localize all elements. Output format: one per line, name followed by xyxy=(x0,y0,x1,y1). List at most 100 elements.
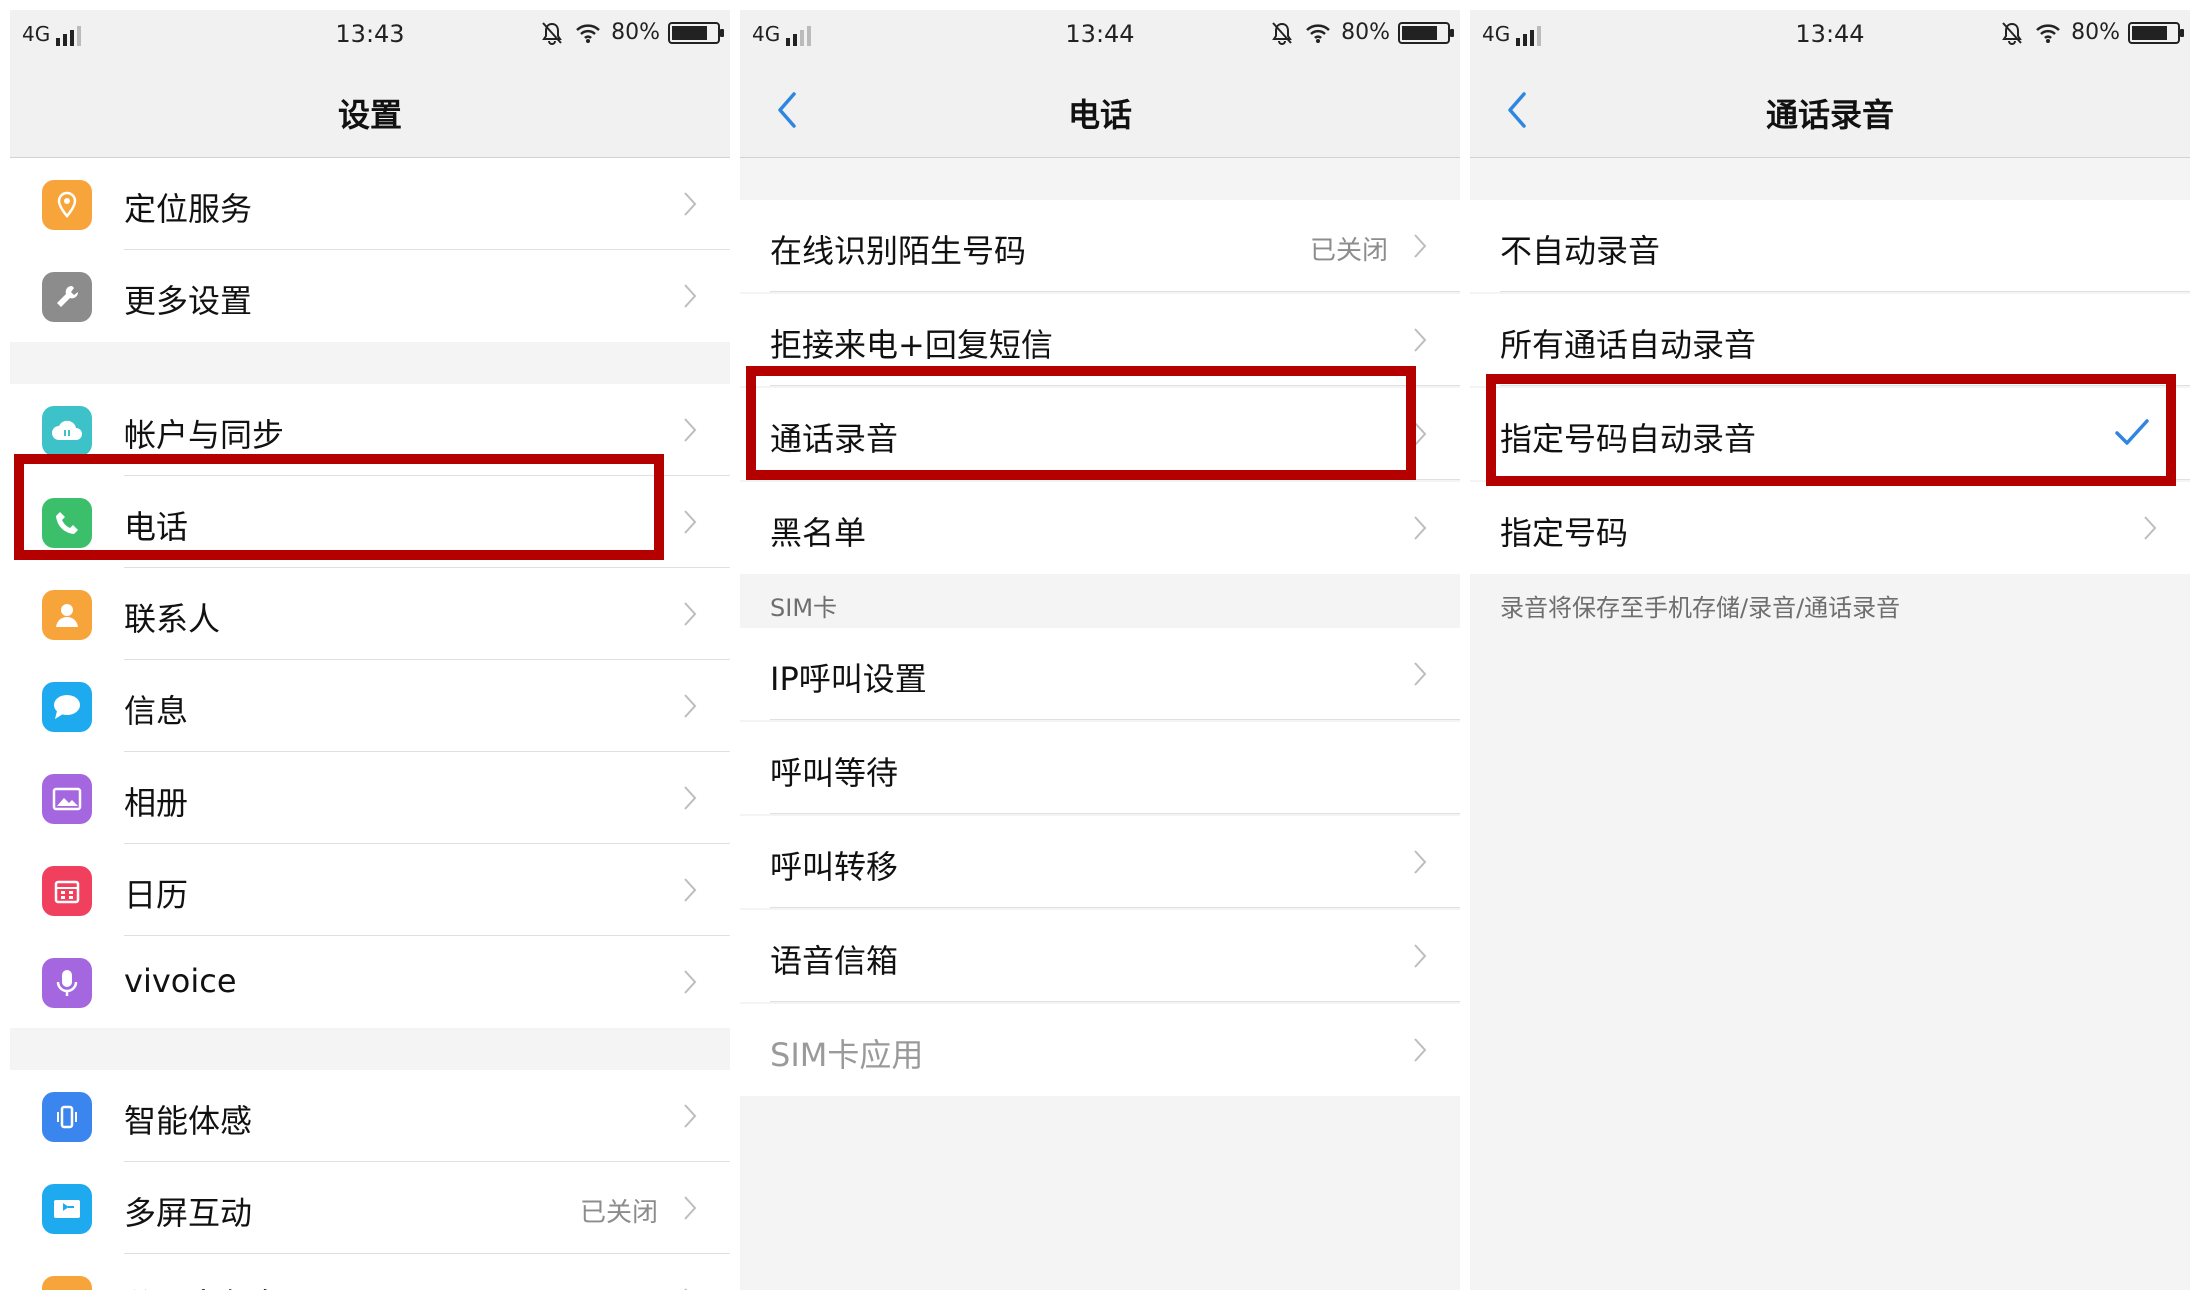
settings-item-label: 日历 xyxy=(124,876,189,914)
highlight-box-call-recording xyxy=(746,366,1416,480)
call-recording-screen: 4G 13:44 80% 通话录音 不自动录音 所有通话自动录音 指定号码自动录… xyxy=(1470,10,2190,1290)
wifi-icon xyxy=(2036,23,2060,43)
phone-item-voicemail[interactable]: 语音信箱 xyxy=(740,910,1460,1002)
chevron-right-icon xyxy=(684,192,697,216)
chevron-right-icon xyxy=(684,602,697,626)
settings-item-label: 分屏多任务 xyxy=(124,1280,284,1290)
chevron-right-icon xyxy=(1414,662,1427,686)
phone-item-label: 语音信箱 xyxy=(770,942,899,980)
chevron-right-icon xyxy=(684,1288,688,1290)
title-bar: 电话 xyxy=(740,60,1460,158)
settings-item-vivoice[interactable]: vivoice xyxy=(10,936,730,1028)
gallery-icon xyxy=(42,774,92,824)
battery-percent: 80% xyxy=(1341,20,1390,45)
phone-settings-screen: 4G 13:44 80% 电话 在线识别陌生号码 已关闭 拒接来电+回复短信 通… xyxy=(740,10,1460,1290)
highlight-box-phone xyxy=(14,454,664,560)
stranger-id-status: 已关闭 xyxy=(1309,236,1388,266)
location-pin-icon xyxy=(42,180,92,230)
phone-item-blacklist[interactable]: 黑名单 xyxy=(740,482,1460,574)
message-bubble-icon xyxy=(42,682,92,732)
settings-item-multi-screen[interactable]: 多屏互动 已关闭 xyxy=(10,1162,730,1254)
chevron-right-icon xyxy=(684,1104,697,1128)
phone-item-label: 在线识别陌生号码 xyxy=(770,232,1027,270)
page-title: 设置 xyxy=(337,96,402,134)
chevron-right-icon xyxy=(1414,328,1427,352)
settings-screen: 4G 13:43 80% 设置 定位服务 更多设置 帐户与同步 电话 联系人 信… xyxy=(10,10,730,1290)
split-screen-icon xyxy=(42,1276,92,1290)
phone-item-label: SIM卡应用 xyxy=(770,1036,924,1074)
recording-option-all[interactable]: 所有通话自动录音 xyxy=(1470,294,2190,386)
calendar-icon xyxy=(42,866,92,916)
settings-item-location[interactable]: 定位服务 xyxy=(10,158,730,250)
phone-item-label: 拒接来电+回复短信 xyxy=(770,326,1053,364)
chevron-right-icon xyxy=(1414,1038,1427,1062)
chevron-right-icon xyxy=(684,284,697,308)
title-bar: 通话录音 xyxy=(1470,60,2190,158)
phone-item-stranger-id[interactable]: 在线识别陌生号码 已关闭 xyxy=(740,200,1460,292)
status-bar: 4G 13:44 80% xyxy=(740,10,1460,60)
settings-item-messages[interactable]: 信息 xyxy=(10,660,730,752)
recording-path-note: 录音将保存至手机存储/录音/通话录音 xyxy=(1500,594,1901,622)
multi-screen-icon xyxy=(42,1184,92,1234)
settings-item-contacts[interactable]: 联系人 xyxy=(10,568,730,660)
settings-item-smart-motion[interactable]: 智能体感 xyxy=(10,1070,730,1162)
phone-item-label: IP呼叫设置 xyxy=(770,660,927,698)
chevron-right-icon xyxy=(684,694,697,718)
silent-bell-icon xyxy=(542,21,562,45)
silent-bell-icon xyxy=(2002,21,2022,45)
microphone-icon xyxy=(42,958,92,1008)
phone-item-ip-call[interactable]: IP呼叫设置 xyxy=(740,628,1460,720)
battery-icon xyxy=(2128,21,2184,44)
wifi-icon xyxy=(1306,23,1330,43)
settings-item-label: vivoice xyxy=(124,962,237,1000)
battery-icon xyxy=(1398,21,1454,44)
recording-option-label: 不自动录音 xyxy=(1500,232,1661,270)
settings-item-split-screen[interactable]: 分屏多任务 xyxy=(10,1254,730,1290)
phone-item-label: 黑名单 xyxy=(770,514,867,552)
title-bar: 设置 xyxy=(10,60,730,158)
settings-item-label: 更多设置 xyxy=(124,282,253,320)
chevron-right-icon xyxy=(1414,944,1427,968)
specified-numbers-item[interactable]: 指定号码 xyxy=(1470,482,2190,574)
page-title: 电话 xyxy=(1067,96,1132,134)
chevron-right-icon xyxy=(1414,516,1427,540)
settings-item-label: 帐户与同步 xyxy=(124,416,285,454)
settings-item-gallery[interactable]: 相册 xyxy=(10,752,730,844)
recording-option-label: 所有通话自动录音 xyxy=(1500,326,1757,364)
settings-item-label: 信息 xyxy=(124,692,189,730)
settings-item-label: 相册 xyxy=(124,784,189,822)
page-title: 通话录音 xyxy=(1765,96,1894,134)
phone-item-label: 呼叫等待 xyxy=(770,754,899,792)
phone-item-label: 呼叫转移 xyxy=(770,848,899,886)
phone-item-call-forwarding[interactable]: 呼叫转移 xyxy=(740,816,1460,908)
settings-item-more[interactable]: 更多设置 xyxy=(10,250,730,342)
recording-option-label: 指定号码 xyxy=(1500,514,1629,552)
chevron-right-icon xyxy=(2144,516,2157,540)
battery-percent: 80% xyxy=(611,20,660,45)
chevron-right-icon xyxy=(684,1196,697,1220)
battery-icon xyxy=(668,21,724,44)
settings-item-label: 联系人 xyxy=(124,600,221,638)
settings-item-label: 多屏互动 xyxy=(124,1194,253,1232)
status-bar: 4G 13:43 80% xyxy=(10,10,730,60)
battery-percent: 80% xyxy=(2071,20,2120,45)
status-bar: 4G 13:44 80% xyxy=(1470,10,2190,60)
chevron-right-icon xyxy=(684,970,697,994)
phone-item-call-waiting[interactable]: 呼叫等待 xyxy=(740,722,1460,814)
section-header-sim: SIM卡 xyxy=(770,594,838,622)
chevron-right-icon xyxy=(684,510,697,534)
wrench-icon xyxy=(42,272,92,322)
chevron-right-icon xyxy=(1414,850,1427,874)
highlight-box-specified-recording xyxy=(1486,374,2176,486)
smart-motion-icon xyxy=(42,1092,92,1142)
multi-screen-status: 已关闭 xyxy=(579,1198,658,1228)
recording-option-off[interactable]: 不自动录音 xyxy=(1470,200,2190,292)
settings-item-calendar[interactable]: 日历 xyxy=(10,844,730,936)
settings-item-label: 定位服务 xyxy=(124,190,253,228)
silent-bell-icon xyxy=(1272,21,1292,45)
cloud-sync-icon xyxy=(42,406,92,456)
phone-item-sim-apps[interactable]: SIM卡应用 xyxy=(740,1004,1460,1096)
chevron-right-icon xyxy=(1414,234,1427,258)
settings-item-label: 智能体感 xyxy=(124,1102,253,1140)
chevron-right-icon xyxy=(684,418,697,442)
